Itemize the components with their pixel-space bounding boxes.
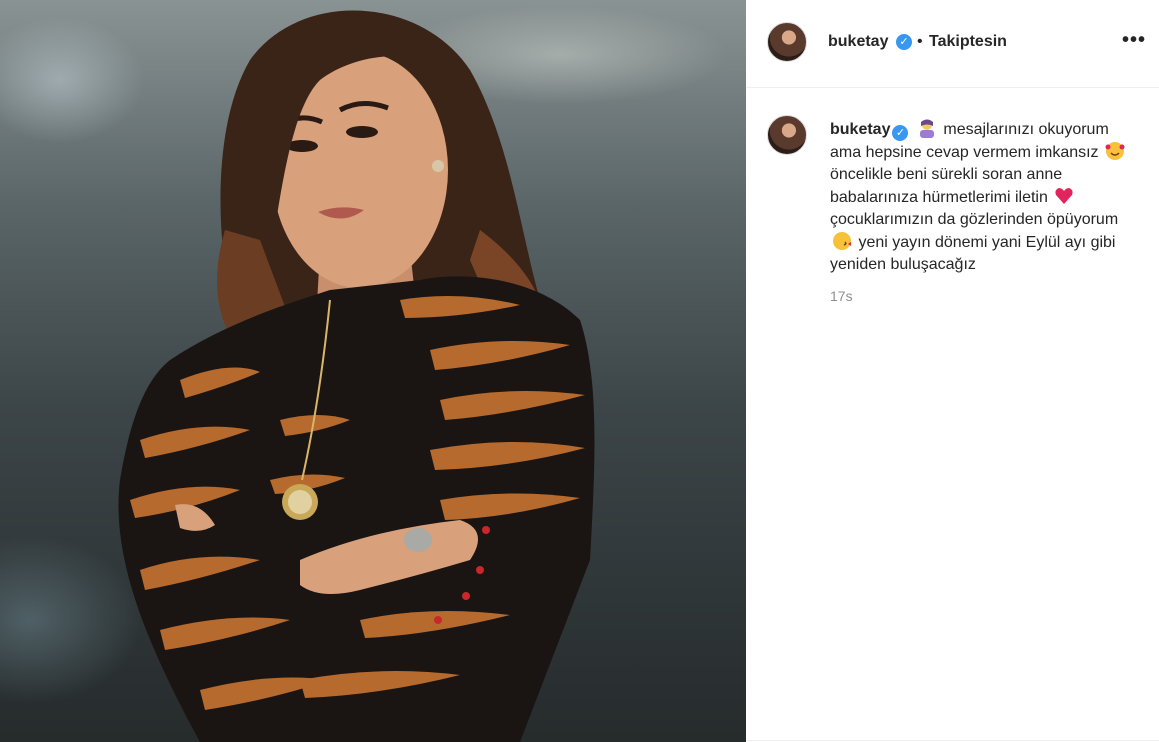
profile-avatar[interactable]	[767, 22, 807, 62]
woman-tipping-hand-emoji	[919, 119, 934, 138]
more-options-icon[interactable]: •••	[1121, 30, 1147, 54]
caption-text: buketay ✓ mesajlarınızı okuyorum ama heps…	[830, 118, 1130, 276]
caption-segment-3: çocuklarımızın da gözlerinden öpüyorum	[830, 211, 1119, 228]
header-username-link[interactable]: buketay	[828, 33, 888, 51]
verified-badge-icon: ✓	[892, 125, 909, 141]
caption-username-link[interactable]: buketay	[830, 121, 890, 138]
post-header: buketay ✓ • Takiptesin •••	[746, 0, 1159, 88]
post-side-panel: buketay ✓ • Takiptesin ••• buketay ✓ mesa…	[746, 0, 1159, 742]
panel-divider	[746, 740, 1159, 741]
woman-portrait-illustration	[118, 10, 595, 742]
smiling-face-with-hearts-emoji	[1105, 142, 1125, 160]
face-blowing-kiss-emoji	[833, 232, 851, 250]
post-timestamp[interactable]: 17s	[830, 288, 853, 304]
post-image[interactable]	[0, 0, 746, 742]
header-separator: •	[917, 33, 923, 50]
caption-segment-2: öncelikle beni sürekli soran anne babala…	[830, 166, 1063, 206]
caption-segment-4: yeni yayın dönemi yani Eylül ayı gibi ye…	[830, 234, 1116, 273]
caption-avatar[interactable]	[767, 115, 807, 155]
verified-badge-icon: ✓	[896, 34, 912, 50]
follow-status-button[interactable]: Takiptesin	[929, 33, 1007, 51]
red-heart-emoji	[1055, 188, 1073, 204]
